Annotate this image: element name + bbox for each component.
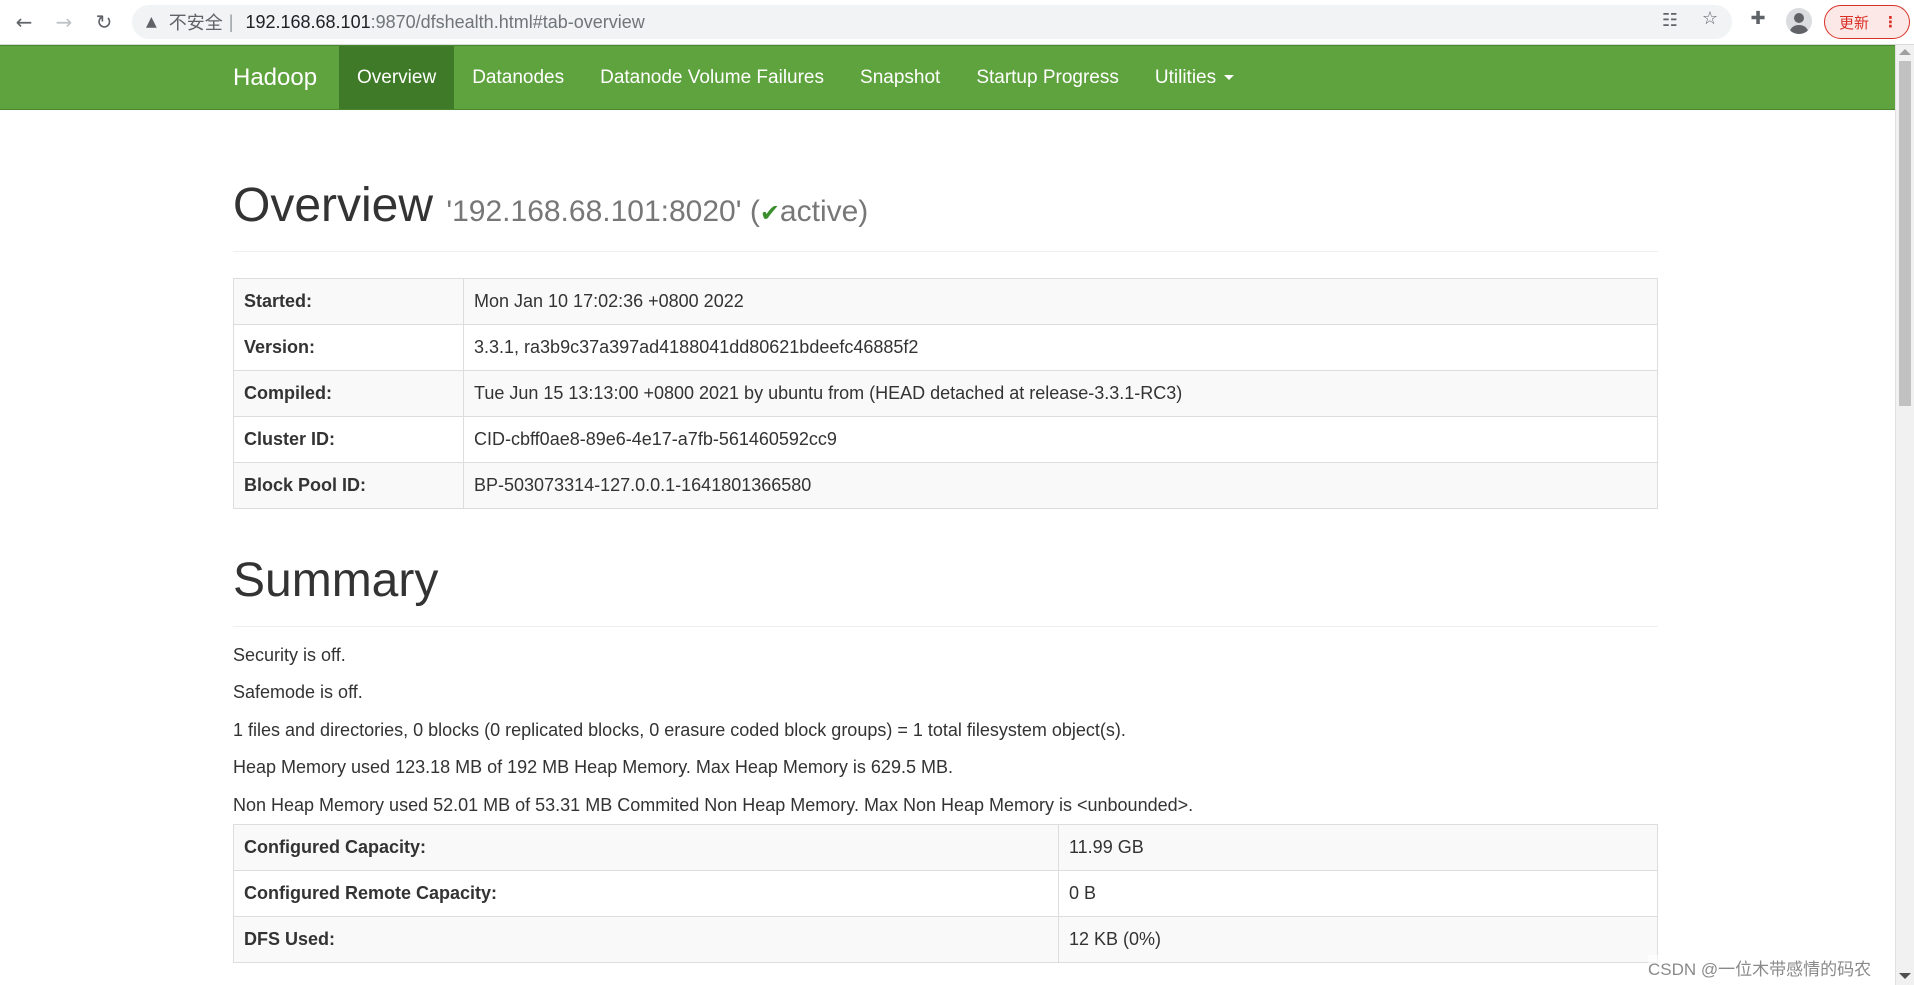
caret-down-icon [1224,75,1235,81]
overview-title: Overview [233,179,434,232]
row-value: 0 B [1058,870,1658,918]
namenode-address: '192.168.68.101:8020' [446,195,742,228]
update-label: 更新 [1839,14,1870,32]
extensions-icon[interactable]: ✚ [1746,8,1770,29]
tab-overview[interactable]: Overview [339,46,455,109]
row-label: Configured Remote Capacity: [233,870,1059,918]
filesystem-objects: 1 files and directories, 0 blocks (0 rep… [233,719,1126,740]
scroll-up-icon[interactable] [1899,49,1911,55]
overview-table: Started: Mon Jan 10 17:02:36 +0800 2022 … [233,277,1658,509]
scroll-thumb[interactable] [1899,61,1911,406]
row-value: 12 KB (0%) [1058,916,1658,964]
row-value: Mon Jan 10 17:02:36 +0800 2022 [463,277,1658,325]
row-label: Configured Capacity: [233,824,1059,872]
tab-datanodes[interactable]: Datanodes [454,46,582,109]
row-label: Block Pool ID: [233,461,464,509]
main-content: Overview '192.168.68.101:8020' (✔active)… [233,110,1658,964]
overview-subtitle: '192.168.68.101:8020' (✔active) [446,195,868,228]
url-path[interactable]: :9870/dfshealth.html#tab-overview [371,12,645,33]
navbar: Hadoop Overview Datanodes Datanode Volum… [0,45,1895,110]
insecure-label[interactable]: 不安全 [169,9,223,35]
row-label: DFS Used: [233,916,1059,964]
profile-icon[interactable] [1786,8,1812,34]
url-host[interactable]: 192.168.68.101 [245,12,370,33]
overview-header: Overview '192.168.68.101:8020' (✔active) [233,179,1658,252]
non-heap-memory: Non Heap Memory used 52.01 MB of 53.31 M… [233,794,1194,815]
menu-dots-icon: ⋮ [1883,13,1899,31]
row-label: Compiled: [233,369,464,417]
url-separator: | [228,11,234,32]
check-icon: ✔ [759,199,780,227]
row-label: Started: [233,277,464,325]
row-label: Cluster ID: [233,415,464,463]
scroll-down-icon[interactable] [1899,973,1911,979]
watermark: CSDN @一位木带感情的码农 [1648,955,1872,980]
summary-table: Configured Capacity: 11.99 GB Configured… [233,824,1658,964]
browser-toolbar: ← → ↻ ▲ 不安全 | 192.168.68.101:9870/dfshea… [0,0,1914,45]
table-row: Block Pool ID: BP-503073314-127.0.0.1-16… [233,461,1658,509]
tab-datanode-volume-failures[interactable]: Datanode Volume Failures [582,46,842,109]
star-icon[interactable]: ☆ [1698,8,1722,29]
table-row: Version: 3.3.1, ra3b9c37a397ad4188041dd8… [233,323,1658,371]
summary-header: Summary [233,553,1658,627]
table-row: Configured Remote Capacity: 0 B [233,870,1658,918]
page-title: Overview '192.168.68.101:8020' (✔active) [233,179,1658,233]
address-bar[interactable]: ▲ 不安全 | 192.168.68.101:9870/dfshealth.ht… [132,5,1732,39]
summary-title: Summary [233,553,439,607]
row-value: Tue Jun 15 13:13:00 +0800 2021 by ubuntu… [463,369,1658,417]
status-open-paren: ( [749,195,760,228]
summary-text: Security is off. Safemode is off. 1 file… [233,637,1658,825]
utilities-label: Utilities [1154,67,1217,88]
translate-icon[interactable]: ☷ [1658,10,1682,31]
table-row: Started: Mon Jan 10 17:02:36 +0800 2022 [233,277,1658,325]
update-button[interactable]: 更新 ⋮ [1824,5,1910,39]
tab-utilities-dropdown[interactable]: Utilities [1137,46,1252,109]
tab-startup-progress[interactable]: Startup Progress [958,46,1137,109]
back-arrow-icon[interactable]: ← [10,8,38,36]
warning-icon[interactable]: ▲ [146,14,157,30]
row-value: 3.3.1, ra3b9c37a397ad4188041dd80621bdeef… [463,323,1658,371]
row-value: 11.99 GB [1058,824,1658,872]
vertical-scrollbar[interactable] [1895,45,1914,985]
status-close-paren: ) [858,195,869,228]
safemode-status: Safemode is off. [233,682,363,703]
table-row: Cluster ID: CID-cbff0ae8-89e6-4e17-a7fb-… [233,415,1658,463]
tab-snapshot[interactable]: Snapshot [842,46,958,109]
row-label: Version: [233,323,464,371]
table-row: DFS Used: 12 KB (0%) [233,916,1658,964]
navbar-brand[interactable]: Hadoop [233,46,317,109]
heap-memory: Heap Memory used 123.18 MB of 192 MB Hea… [233,757,953,778]
table-row: Compiled: Tue Jun 15 13:13:00 +0800 2021… [233,369,1658,417]
nav-tabs: Overview Datanodes Datanode Volume Failu… [339,46,1252,109]
row-value: CID-cbff0ae8-89e6-4e17-a7fb-561460592cc9 [463,415,1658,463]
table-row: Configured Capacity: 11.99 GB [233,824,1658,872]
row-value: BP-503073314-127.0.0.1-1641801366580 [463,461,1658,509]
status-label: active [779,195,859,228]
reload-icon[interactable]: ↻ [90,8,118,36]
security-status: Security is off. [233,644,346,665]
forward-arrow-icon[interactable]: → [50,8,78,36]
